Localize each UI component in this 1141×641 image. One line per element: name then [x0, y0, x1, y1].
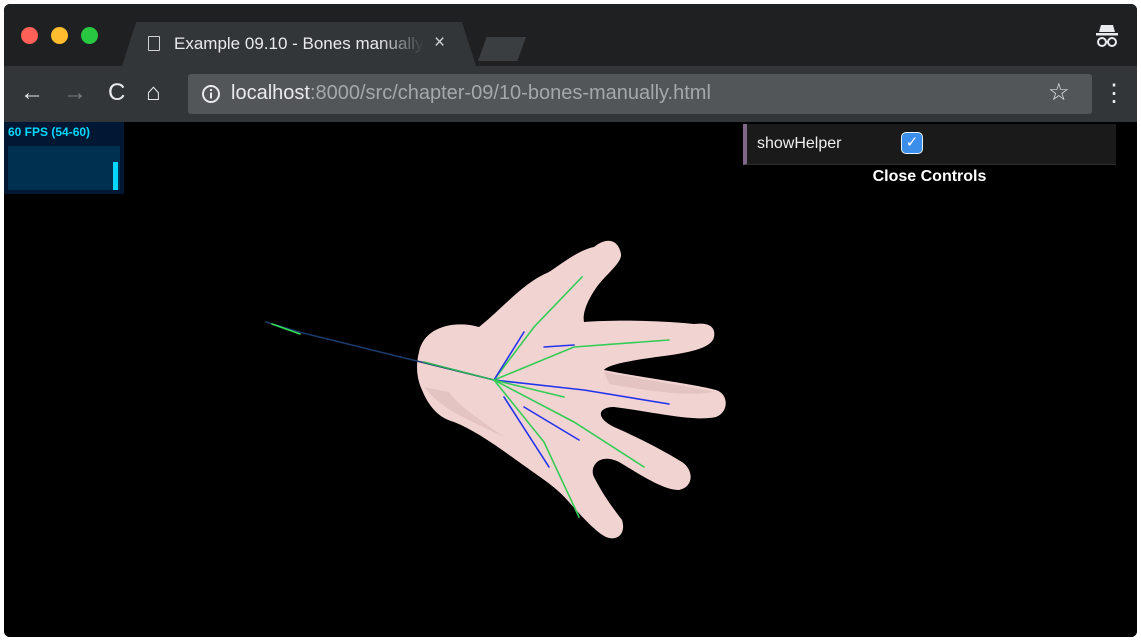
tab-title: Example 09.10 - Bones manually — [174, 34, 424, 53]
close-controls-button[interactable]: Close Controls — [743, 168, 1116, 186]
zoom-window-button[interactable] — [81, 27, 98, 44]
hand-mesh-scene[interactable] — [4, 122, 1137, 637]
show-helper-row[interactable]: showHelper ✓ — [743, 124, 1116, 165]
info-icon[interactable] — [201, 84, 221, 104]
tab-close-icon[interactable]: × — [434, 32, 445, 54]
back-arrow-icon[interactable]: ← — [20, 78, 44, 108]
controls-panel: showHelper ✓ Close Controls — [743, 122, 1116, 194]
browser-window: Example 09.10 - Bones manually × ← → C ⌂… — [4, 4, 1137, 637]
browser-toolbar: ← → C ⌂ localhost:8000/src/chapter-09/10… — [4, 66, 1137, 122]
tab-active[interactable]: Example 09.10 - Bones manually × — [122, 22, 476, 66]
forward-arrow-icon[interactable]: → — [63, 78, 87, 108]
new-tab-button[interactable] — [478, 37, 526, 61]
show-helper-label: showHelper — [757, 135, 842, 152]
fps-readout: 60 FPS (54-60) — [8, 125, 91, 139]
home-icon[interactable]: ⌂ — [146, 78, 161, 108]
incognito-icon — [1096, 25, 1118, 47]
bookmark-star-icon[interactable]: ☆ — [1048, 78, 1070, 107]
webgl-viewport[interactable]: 60 FPS (54-60) showHelper ✓ Close Contro… — [4, 122, 1137, 637]
url-host: localhost — [231, 82, 310, 104]
url-text[interactable]: localhost:8000/src/chapter-09/10-bones-m… — [231, 82, 711, 105]
fps-stats-panel[interactable]: 60 FPS (54-60) — [4, 122, 124, 194]
show-helper-checkbox[interactable]: ✓ — [901, 132, 923, 154]
fps-graph — [8, 146, 120, 190]
address-bar[interactable]: localhost:8000/src/chapter-09/10-bones-m… — [188, 74, 1092, 114]
menu-icon[interactable]: ⋮ — [1102, 80, 1126, 108]
minimize-window-button[interactable] — [51, 27, 68, 44]
fps-graph-bar — [113, 162, 118, 190]
tab-strip: Example 09.10 - Bones manually × — [4, 4, 1137, 66]
url-path: :8000/src/chapter-09/10-bones-manually.h… — [309, 82, 711, 104]
document-icon — [148, 36, 160, 51]
close-window-button[interactable] — [21, 27, 38, 44]
reload-icon[interactable]: C — [108, 78, 125, 108]
